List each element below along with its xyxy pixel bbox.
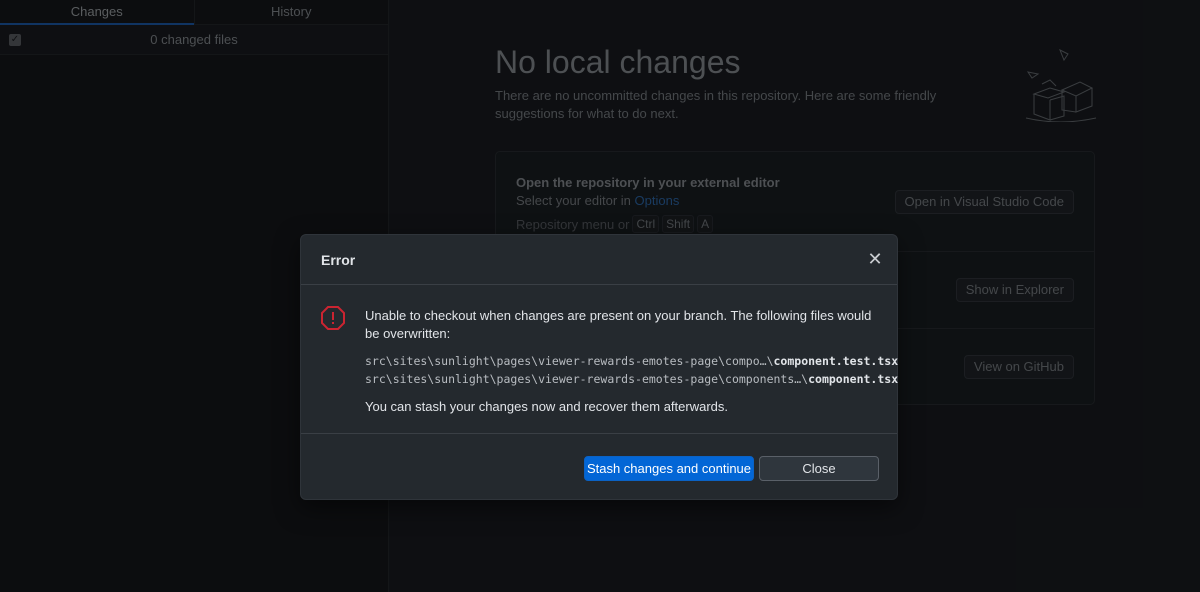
dialog-body: Unable to checkout when changes are pres… <box>301 286 898 434</box>
file-name: component.test.tsx <box>773 354 899 368</box>
stash-note: You can stash your changes now and recov… <box>365 399 729 414</box>
file-path: src\sites\sunlight\pages\viewer-rewards-… <box>365 372 809 386</box>
file-path: src\sites\sunlight\pages\viewer-rewards-… <box>365 354 774 368</box>
error-icon <box>321 306 345 330</box>
file-name: component.tsx <box>808 372 899 386</box>
list-item: src\sites\sunlight\pages\viewer-rewards-… <box>365 370 898 388</box>
dialog-title: Error <box>321 252 356 268</box>
error-message: Unable to checkout when changes are pres… <box>365 308 872 341</box>
list-item: src\sites\sunlight\pages\viewer-rewards-… <box>365 352 898 370</box>
close-icon[interactable]: ✕ <box>865 249 885 269</box>
error-dialog: Error ✕ Unable to checkout when changes … <box>300 234 898 500</box>
close-button[interactable]: Close <box>759 456 879 481</box>
stash-and-continue-button[interactable]: Stash changes and continue <box>584 456 754 481</box>
file-list: src\sites\sunlight\pages\viewer-rewards-… <box>365 352 898 388</box>
dialog-header: Error ✕ <box>301 235 897 285</box>
dialog-footer: Stash changes and continue Close <box>301 435 897 499</box>
